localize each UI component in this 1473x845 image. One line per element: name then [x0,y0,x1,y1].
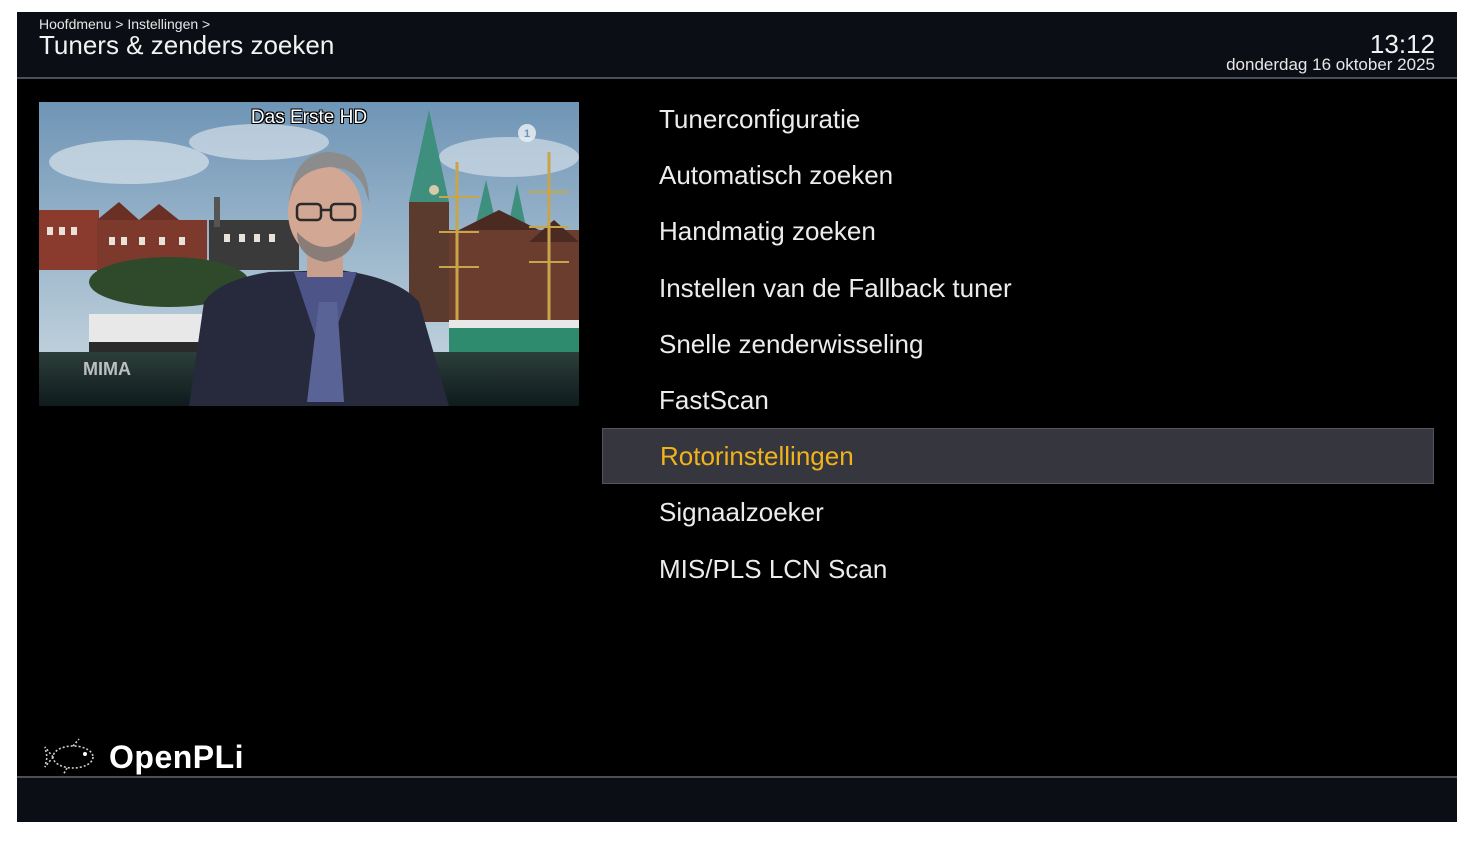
menu-item-automatisch-zoeken[interactable]: Automatisch zoeken [602,147,1434,203]
setup-menu: Tunerconfiguratie Automatisch zoeken Han… [602,91,1434,597]
watermark-text: MIMA [83,359,131,379]
menu-item-mis-pls-lcn-scan[interactable]: MIS/PLS LCN Scan [602,541,1434,597]
menu-item-handmatig-zoeken[interactable]: Handmatig zoeken [602,203,1434,259]
menu-item-tunerconfiguratie[interactable]: Tunerconfiguratie [602,91,1434,147]
menu-item-rotorinstellingen[interactable]: Rotorinstellingen [602,428,1434,485]
menu-item-signaalzoeker[interactable]: Signaalzoeker [602,484,1434,540]
page-title: Tuners & zenders zoeken [39,30,335,60]
svg-text:1: 1 [524,128,530,140]
menu-item-snelle-zenderwisseling[interactable]: Snelle zenderwisseling [602,316,1434,372]
header-bar: Hoofdmenu > Instellingen > Tuners & zend… [17,12,1457,79]
tv-preview-image: 1 MIMA [39,102,579,406]
openpli-logo-text: OpenPLi [109,738,245,775]
date: donderdag 16 oktober 2025 [1226,55,1435,74]
footer-bar [17,776,1457,822]
openpli-fish-icon [44,738,94,776]
menu-item-fallback-tuner[interactable]: Instellen van de Fallback tuner [602,260,1434,316]
channel-name: Das Erste HD [250,107,368,128]
menu-item-fastscan[interactable]: FastScan [602,372,1434,428]
openpli-logo: OpenPLi [43,737,244,777]
tv-preview: 1 MIMA Das Erste HD [39,102,579,406]
tv-screen: Hoofdmenu > Instellingen > Tuners & zend… [17,12,1457,822]
